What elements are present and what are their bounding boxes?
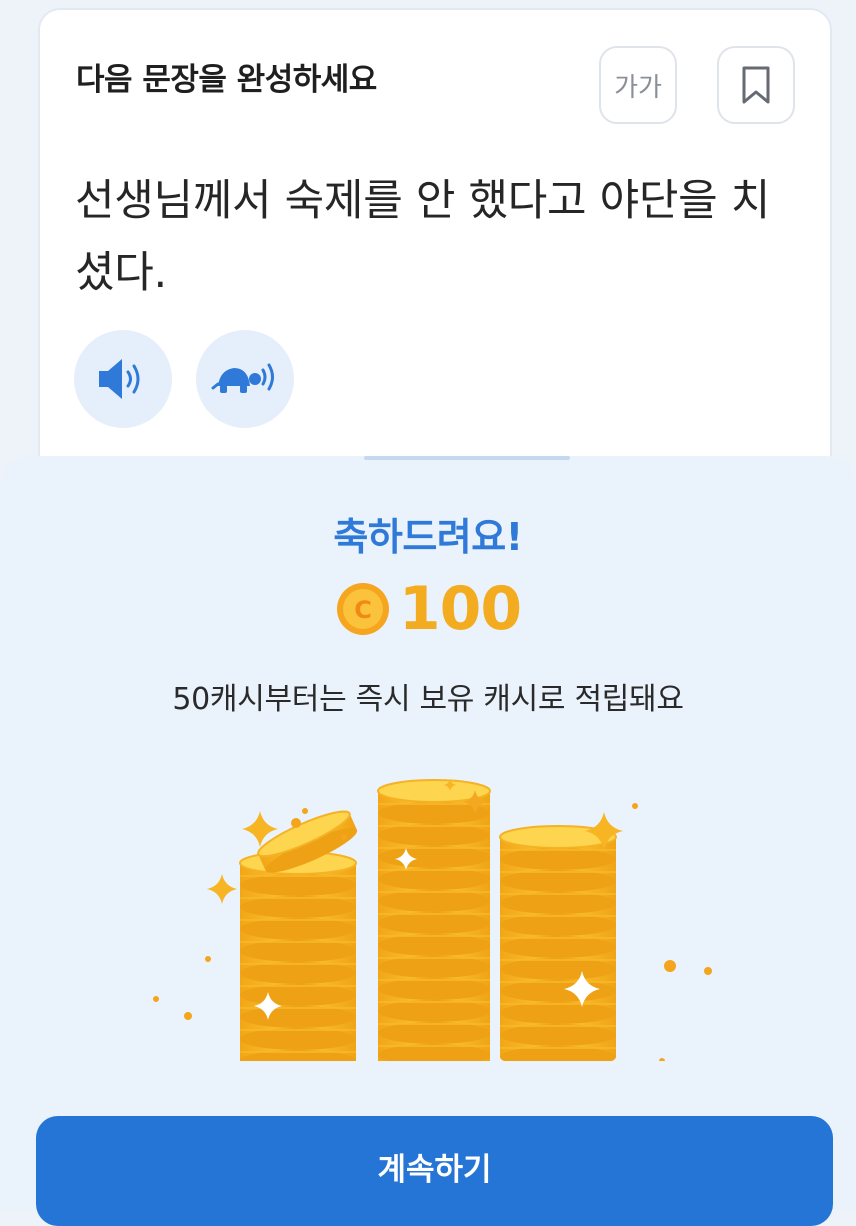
coin-letter: C <box>354 596 372 624</box>
turtle-speaker-icon <box>211 363 274 393</box>
reward-modal: 축하드려요! C 100 50캐시부터는 즉시 보유 캐시로 적립돼요 <box>0 456 856 1210</box>
reward-row: C 100 <box>0 574 856 644</box>
reward-subtext: 50캐시부터는 즉시 보유 캐시로 적립돼요 <box>172 682 684 717</box>
sparkle-icon <box>207 874 237 904</box>
modal-handle[interactable] <box>364 456 570 460</box>
congrats-title: 축하드려요! <box>333 515 523 559</box>
quiz-sentence: 선생님께서 숙제를 안 했다고 야단을 치셨다. <box>75 176 771 298</box>
sparkle-dot <box>704 967 712 975</box>
quiz-card: 다음 문장을 완성하세요 가가 선생님께서 숙제를 안 했다고 야단을 치셨다. <box>38 8 832 478</box>
quiz-title: 다음 문장을 완성하세요 <box>76 62 377 98</box>
font-size-button[interactable]: 가가 <box>599 46 677 124</box>
coin-stack-left <box>239 851 357 1061</box>
bookmark-icon <box>742 66 770 104</box>
sparkle-dot <box>632 803 638 809</box>
font-size-label: 가가 <box>614 72 662 103</box>
coin-stack-right <box>499 825 617 1061</box>
play-audio-button[interactable] <box>74 330 172 428</box>
play-slow-audio-button[interactable] <box>196 330 294 428</box>
sparkle-dot <box>659 1058 665 1061</box>
sparkle-dot <box>341 834 347 840</box>
sparkle-dot <box>291 818 301 828</box>
sparkle-dot <box>205 956 211 962</box>
reward-amount: 100 <box>398 574 522 644</box>
sparkle-dot <box>302 808 308 814</box>
coin-stack-illustration <box>153 779 712 1061</box>
bookmark-button[interactable] <box>717 46 795 124</box>
speaker-icon <box>99 359 140 399</box>
sparkle-dot <box>184 1012 192 1020</box>
coin-icon: C <box>336 583 389 635</box>
coin-stack-middle <box>377 779 491 1061</box>
sparkle-dot <box>664 960 676 972</box>
sparkle-dot <box>153 996 159 1002</box>
